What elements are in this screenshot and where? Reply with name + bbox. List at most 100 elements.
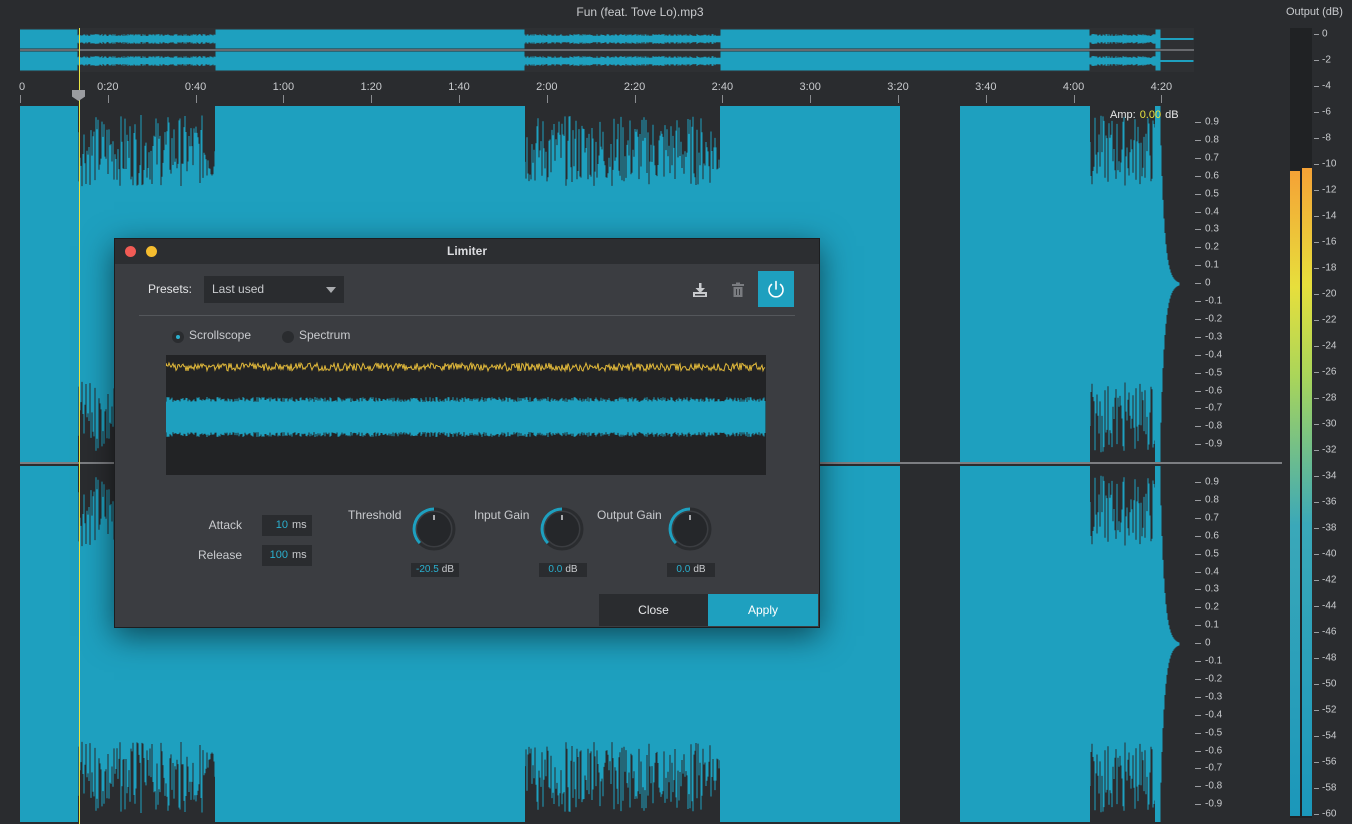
amplitude-tick <box>1195 301 1201 302</box>
amplitude-tick <box>1195 426 1201 428</box>
amplitude-tick-label: 0.5 <box>1205 188 1219 200</box>
amplitude-tick <box>1195 444 1201 446</box>
input-gain-knob[interactable] <box>539 506 585 552</box>
amplitude-tick-label: -0.7 <box>1205 402 1223 414</box>
meter-db-tick <box>1314 632 1319 633</box>
timeline-tick <box>459 95 460 103</box>
amplitude-tick-label: 0.6 <box>1205 530 1219 542</box>
amplitude-tick <box>1195 354 1201 356</box>
meter-db-label: -58 <box>1322 782 1337 794</box>
attack-value[interactable]: 10 <box>262 515 288 536</box>
meter-db-label: -2 <box>1322 54 1331 66</box>
amplitude-tick <box>1195 678 1201 680</box>
scrollscope-radio[interactable] <box>172 331 184 343</box>
amplitude-tick <box>1195 336 1201 338</box>
spectrum-label[interactable]: Spectrum <box>299 328 350 342</box>
meter-db-label: -30 <box>1322 418 1337 430</box>
amplitude-tick-label: 0.3 <box>1205 583 1219 595</box>
trash-icon[interactable] <box>729 281 747 299</box>
waveform-block <box>1155 106 1160 462</box>
meter-db-tick <box>1314 60 1319 61</box>
input-gain-unit: dB <box>565 564 578 575</box>
meter-db-tick <box>1314 320 1319 321</box>
meter-db-tick <box>1314 580 1319 581</box>
meter-db-tick <box>1314 34 1319 35</box>
release-value[interactable]: 100 <box>262 545 288 566</box>
output-gain-value[interactable]: 0.0 <box>676 564 690 575</box>
amplitude-tick-label: -0.9 <box>1205 438 1223 450</box>
amplitude-tick-label: 0.4 <box>1205 206 1219 217</box>
close-window-button[interactable] <box>125 246 136 257</box>
amplitude-tick <box>1195 750 1201 752</box>
amplitude-tick <box>1195 122 1201 123</box>
meter-db-label: -48 <box>1322 652 1337 664</box>
scrollscope-label[interactable]: Scrollscope <box>189 328 251 342</box>
presets-dropdown-value: Last used <box>212 282 265 296</box>
input-gain-value[interactable]: 0.0 <box>548 564 562 575</box>
timeline-tick-label: 4:00 <box>1062 81 1085 93</box>
output-gain-knob[interactable] <box>667 506 713 552</box>
amplitude-tick <box>1195 318 1201 320</box>
release-label: Release <box>197 548 242 562</box>
meter-db-label: -24 <box>1322 340 1337 352</box>
bypass-power-button[interactable] <box>758 271 794 307</box>
meter-db-tick <box>1314 502 1319 503</box>
release-field[interactable]: 100 ms <box>262 545 312 566</box>
meter-db-tick <box>1314 554 1319 555</box>
meter-db-label: -20 <box>1322 288 1337 300</box>
meter-db-tick <box>1314 762 1319 763</box>
meter-db-label: -56 <box>1322 756 1337 768</box>
timeline-ruler[interactable]: 0 0:20 0:40 1:00 1:20 1:40 2:00 2:20 2:40 3:00 3:2… <box>19 78 1194 104</box>
amplitude-tick <box>1195 768 1201 770</box>
timeline-tick <box>283 95 285 103</box>
meter-db-label: -28 <box>1322 392 1337 404</box>
threshold-value[interactable]: -20.5 <box>416 564 439 575</box>
meter-db-tick <box>1314 138 1319 139</box>
attack-field[interactable]: 10 ms <box>262 515 312 536</box>
meter-db-label: -52 <box>1322 704 1337 716</box>
meter-db-tick <box>1314 268 1319 269</box>
threshold-knob[interactable] <box>411 506 457 552</box>
input-gain-value-box[interactable]: 0.0 dB <box>539 563 587 577</box>
meter-db-label: -6 <box>1322 106 1331 118</box>
playhead-cursor[interactable] <box>79 28 80 824</box>
timeline-tick-label: 1:20 <box>360 81 382 93</box>
timeline-tick <box>722 95 724 103</box>
save-preset-icon[interactable] <box>691 281 709 299</box>
amplitude-tick <box>1195 157 1201 159</box>
amplitude-tick-label: -0.3 <box>1205 691 1223 703</box>
meter-db-label: -60 <box>1322 808 1337 820</box>
output-gain-value-box[interactable]: 0.0 dB <box>667 563 715 577</box>
timeline-tick <box>20 95 21 103</box>
amplitude-tick <box>1195 139 1201 141</box>
timeline-tick-label: 1:40 <box>448 81 470 93</box>
amplitude-tick <box>1195 229 1201 231</box>
threshold-unit: dB <box>441 564 455 575</box>
meter-db-tick <box>1314 398 1319 399</box>
meter-db-label: 0 <box>1322 28 1328 40</box>
meter-db-tick <box>1314 814 1319 815</box>
meter-db-tick <box>1314 710 1319 711</box>
amplitude-tick-label: -0.1 <box>1205 295 1223 307</box>
amp-unit: dB <box>1165 109 1179 121</box>
threshold-value-box[interactable]: -20.5 dB <box>411 563 459 577</box>
timeline-tick-label: 3:20 <box>887 81 909 93</box>
spectrum-radio[interactable] <box>282 331 294 343</box>
amplitude-tick <box>1195 661 1201 662</box>
minimize-window-button[interactable] <box>146 246 157 257</box>
amplitude-tick <box>1195 482 1201 483</box>
attack-unit: ms <box>292 519 307 531</box>
amplitude-tick-label: -0.2 <box>1205 673 1223 685</box>
apply-button[interactable]: Apply <box>708 594 818 626</box>
close-button[interactable]: Close <box>599 594 708 626</box>
amplitude-tick <box>1195 265 1201 267</box>
meter-db-tick <box>1314 216 1319 217</box>
amplitude-tick-label: 0.2 <box>1205 241 1219 253</box>
presets-dropdown[interactable]: Last used <box>204 276 344 303</box>
overview-waveform[interactable] <box>20 28 1194 72</box>
amplitude-tick-label: -0.9 <box>1205 798 1223 810</box>
meter-db-label: -34 <box>1322 470 1337 482</box>
meter-db-label: -10 <box>1322 158 1337 170</box>
meter-db-label: -44 <box>1322 600 1337 612</box>
meter-db-tick <box>1314 112 1319 113</box>
